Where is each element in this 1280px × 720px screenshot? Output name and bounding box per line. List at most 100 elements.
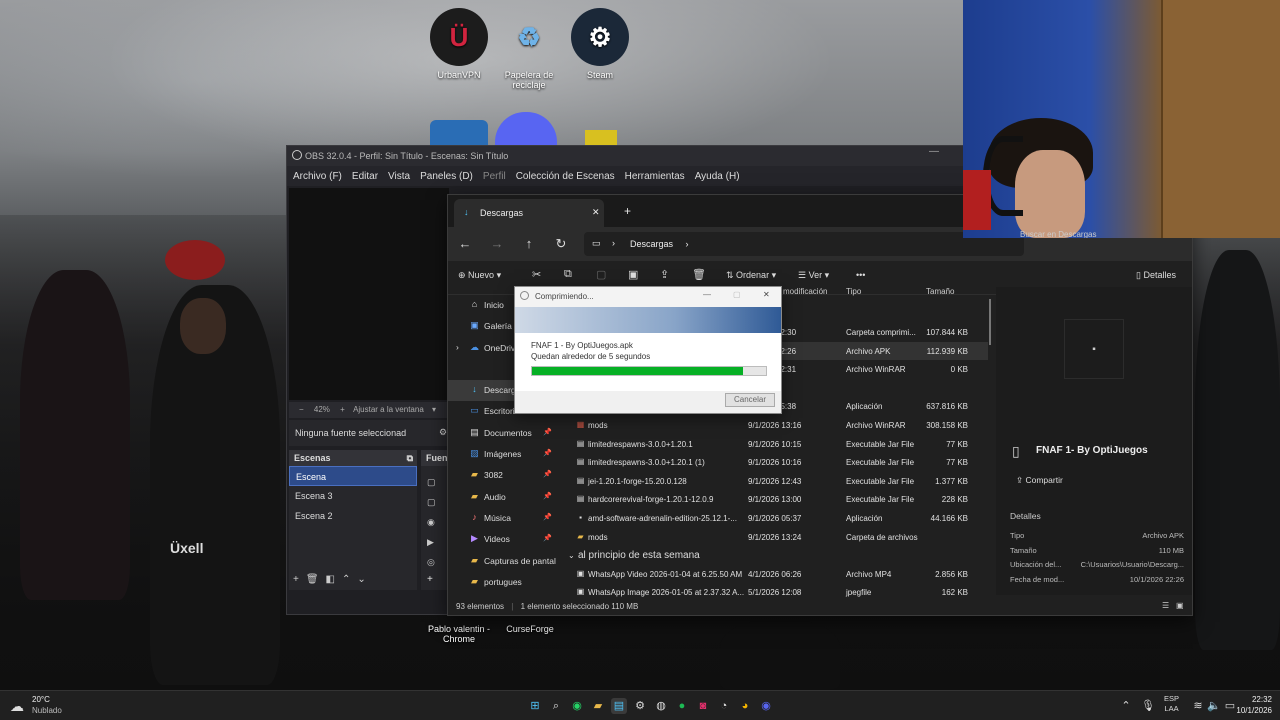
chevron-right-icon[interactable]: ›: [456, 342, 459, 352]
desktop-icon-curseforge[interactable]: CurseForge: [495, 624, 565, 634]
explorer-taskbar-icon[interactable]: ▰: [590, 698, 606, 714]
obs-taskbar-icon[interactable]: ◍: [653, 698, 669, 714]
tab-descargas[interactable]: ↓ Descargas ✕: [454, 199, 604, 227]
file-row[interactable]: ▤ jei-1.20.1-forge-15.20.0.128 9/1/2026 12…: [568, 472, 988, 491]
add-source-icon[interactable]: +: [427, 574, 433, 585]
chevron-down-icon[interactable]: ▾: [432, 405, 436, 414]
volume-icon[interactable]: 🔈: [1206, 698, 1222, 714]
desktop-icon-recycle-bin[interactable]: ♻ Papelera de reciclaje: [494, 8, 564, 91]
minimize-icon[interactable]: —: [703, 290, 711, 299]
scene-item[interactable]: Escena 3: [289, 486, 417, 506]
file-row[interactable]: ▦ mods 9/1/2026 13:16 Archivo WinRAR 308.158…: [568, 416, 988, 435]
nav-item-portugues[interactable]: ▰ portugues: [448, 572, 556, 593]
delete-icon[interactable]: 🗑: [692, 268, 706, 281]
whatsapp-icon[interactable]: ◉: [569, 698, 585, 714]
cut-icon[interactable]: ✂: [532, 268, 541, 281]
back-icon[interactable]: ←: [454, 233, 476, 255]
discord-taskbar-icon[interactable]: ◉: [758, 698, 774, 714]
sort-button[interactable]: ⇅ Ordenar ▾: [726, 270, 776, 281]
group-header[interactable]: ⌄ al principio de esta semana: [568, 546, 988, 565]
spotify-icon[interactable]: ●: [674, 698, 690, 714]
clock-app-icon[interactable]: ◔: [716, 698, 732, 714]
scene-item[interactable]: Escena 2: [289, 506, 417, 526]
chrome-icon[interactable]: ◕: [737, 698, 753, 714]
column-header-size[interactable]: Tamaño: [926, 287, 954, 303]
menu-archivo[interactable]: Archivo (F): [293, 171, 342, 182]
share-button[interactable]: ⇪ Compartir: [1016, 475, 1063, 486]
menu-coleccion-escenas[interactable]: Colección de Escenas: [516, 171, 615, 182]
search-input[interactable]: Buscar en Descargas: [1020, 230, 1096, 238]
add-scene-icon[interactable]: +: [293, 574, 306, 585]
paste-icon[interactable]: ▢: [596, 268, 606, 281]
minimize-icon[interactable]: —: [929, 146, 939, 157]
more-icon[interactable]: •••: [856, 270, 865, 280]
close-icon[interactable]: ✕: [763, 290, 770, 299]
breadcrumb[interactable]: Descargas: [630, 239, 673, 249]
folder-taskbar-icon[interactable]: ▤: [611, 698, 627, 714]
obs-preview[interactable]: [289, 188, 449, 400]
desktop-icon-chrome-profile[interactable]: Pablo valentin - Chrome: [424, 624, 494, 644]
move-up-icon[interactable]: ⌃: [342, 574, 357, 585]
file-row[interactable]: ▤ hardcorerevival-forge-1.20.1-12.0.9 9/1/…: [568, 490, 988, 509]
zoom-plus-icon[interactable]: +: [340, 405, 345, 414]
file-row[interactable]: ▤ limitedrespawns-3.0.0+1.20.1 (1) 9/1/202…: [568, 453, 988, 472]
menu-ayuda[interactable]: Ayuda (H): [695, 171, 740, 182]
nav-item-imagenes[interactable]: ▨ Imágenes 📌: [448, 444, 556, 465]
cancel-button[interactable]: Cancelar: [725, 393, 775, 407]
details-button[interactable]: ▯ Detalles: [1136, 270, 1176, 281]
dock-icon[interactable]: ⧉: [407, 453, 413, 464]
file-row[interactable]: ▤ limitedrespawns-3.0.0+1.20.1 9/1/2026 10…: [568, 435, 988, 454]
search-icon[interactable]: ⌕: [548, 698, 564, 714]
file-row[interactable]: ▣ WhatsApp Video 2026-01-04 at 6.25.50 AM…: [568, 565, 988, 584]
scrollbar[interactable]: [989, 299, 991, 345]
chevron-up-icon[interactable]: ⌃: [1118, 698, 1134, 714]
nav-item-documentos[interactable]: ▤ Documentos 📌: [448, 423, 556, 444]
dialog-titlebar[interactable]: Comprimiendo... — ▢ ✕: [515, 287, 781, 307]
obs-titlebar[interactable]: OBS 32.0.4 - Perfil: Sin Título - Escena…: [287, 146, 965, 166]
column-header-modified[interactable]: modificación: [783, 287, 827, 303]
maximize-icon[interactable]: ▢: [733, 290, 741, 299]
new-button[interactable]: ⊕ Nuevo ▾: [458, 270, 501, 281]
nav-item-musica[interactable]: ♪ Música 📌: [448, 508, 556, 529]
copy-icon[interactable]: ⧉: [564, 268, 572, 281]
menu-editar[interactable]: Editar: [352, 171, 378, 182]
fit-window-label[interactable]: Ajustar a la ventana: [353, 405, 424, 414]
details-view-icon[interactable]: ☰: [1162, 601, 1169, 610]
menu-herramientas[interactable]: Herramientas: [625, 171, 685, 182]
desktop-icon-urbanvpn[interactable]: Ü UrbanVPN: [424, 8, 494, 80]
column-header-type[interactable]: Tipo: [846, 287, 861, 303]
microphone-icon[interactable]: 🎙: [1140, 698, 1156, 714]
view-button[interactable]: ☰ Ver ▾: [798, 270, 829, 281]
up-icon[interactable]: ↑: [518, 233, 540, 255]
wifi-icon[interactable]: ≋: [1190, 698, 1206, 714]
compress-dialog[interactable]: Comprimiendo... — ▢ ✕ FNAF 1 - By OptiJu…: [514, 286, 782, 414]
menu-vista[interactable]: Vista: [388, 171, 410, 182]
nav-item-capturas[interactable]: ▰ Capturas de pantal: [448, 551, 556, 572]
language-indicator[interactable]: ESP LAA: [1164, 694, 1179, 714]
clock[interactable]: 22:32 10/1/2026: [1232, 694, 1272, 716]
desktop-icon-steam[interactable]: ⚙ Steam: [565, 8, 635, 80]
nav-item-audio[interactable]: ▰ Audio 📌: [448, 487, 556, 508]
start-icon[interactable]: ⊞: [527, 698, 543, 714]
remove-scene-icon[interactable]: 🗑: [306, 574, 326, 585]
file-row[interactable]: ▪ amd-software-adrenalin-edition-25.12.1-…: [568, 509, 988, 528]
scene-item[interactable]: Escena: [289, 466, 417, 486]
filter-icon[interactable]: ◧: [326, 574, 342, 585]
zoom-minus-icon[interactable]: −: [299, 405, 304, 414]
close-tab-icon[interactable]: ✕: [592, 207, 600, 218]
move-down-icon[interactable]: ⌄: [357, 574, 372, 585]
rename-icon[interactable]: ▣: [628, 268, 638, 281]
instagram-icon[interactable]: ◙: [695, 698, 711, 714]
nav-item-videos[interactable]: ▶ Videos 📌: [448, 529, 556, 550]
gear-icon[interactable]: ⚙: [439, 427, 447, 438]
steam-taskbar-icon[interactable]: ⚙: [632, 698, 648, 714]
share-icon[interactable]: ⇪: [660, 268, 669, 281]
menu-paneles[interactable]: Paneles (D): [420, 171, 473, 182]
new-tab-icon[interactable]: +: [624, 204, 631, 218]
desktop-icon-partial[interactable]: [430, 120, 488, 148]
address-field[interactable]: ▭ › Descargas ›: [584, 232, 1024, 256]
nav-item-3082[interactable]: ▰ 3082 📌: [448, 465, 556, 486]
tiles-view-icon[interactable]: ▣: [1176, 601, 1184, 610]
forward-icon[interactable]: →: [486, 233, 508, 255]
refresh-icon[interactable]: ↻: [550, 233, 572, 255]
